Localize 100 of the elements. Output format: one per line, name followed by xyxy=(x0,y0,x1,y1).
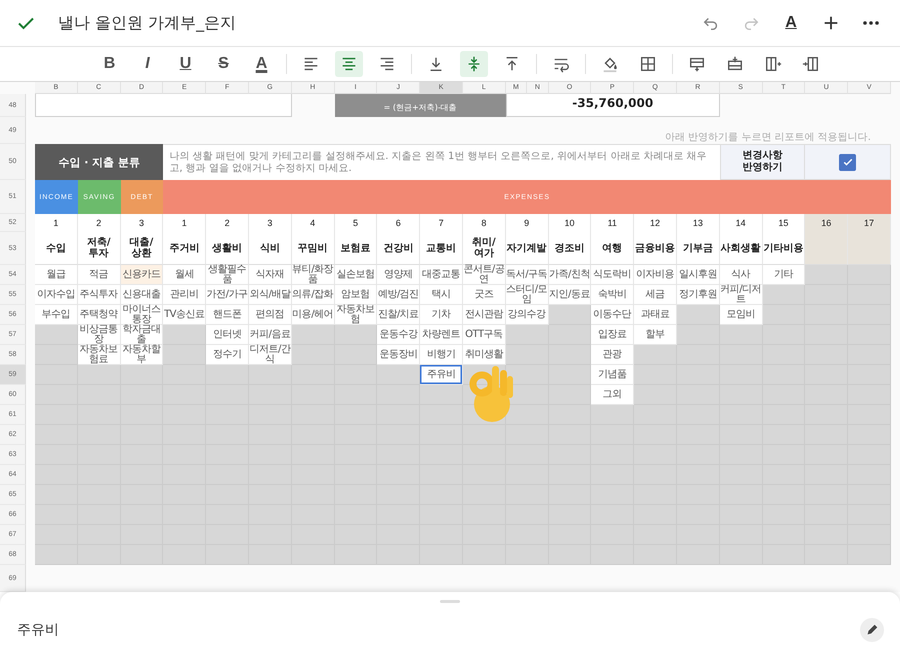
table-cell[interactable]: 식도락비 xyxy=(591,265,634,285)
color-button[interactable]: A xyxy=(248,51,276,77)
table-cell: 2 xyxy=(206,214,249,232)
table-cell[interactable]: 월세 xyxy=(163,265,206,285)
table-cell[interactable]: 커피/디저트 xyxy=(720,285,763,305)
table-cell[interactable]: 가족/친척 xyxy=(548,265,592,285)
table-cell: 1 xyxy=(35,214,78,232)
table-cell[interactable]: 지인/동료 xyxy=(548,285,592,305)
apply-checkbox[interactable] xyxy=(839,154,856,170)
table-cell[interactable]: 뷰티/화장품 xyxy=(292,265,335,285)
table-cell[interactable]: 의류/잡화 xyxy=(292,285,335,305)
table-cell[interactable]: 스터디/모임 xyxy=(506,285,549,305)
table-cell[interactable]: 이자비용 xyxy=(634,265,677,285)
table-cell[interactable]: 주식투자 xyxy=(78,285,121,305)
table-cell[interactable]: 굿즈 xyxy=(462,285,506,305)
table-cell[interactable]: 마이너스통장 xyxy=(120,305,164,325)
underline-button[interactable]: U xyxy=(172,51,200,77)
table-cell[interactable]: 강의수강 xyxy=(506,305,549,325)
table-cell[interactable]: 일시후원 xyxy=(676,265,720,285)
table-cell[interactable]: 전시관람 xyxy=(462,305,506,325)
table-cell[interactable]: 적금 xyxy=(78,265,121,285)
table-cell[interactable]: 자동차보험 xyxy=(334,305,378,325)
table-cell[interactable]: 생활필수품 xyxy=(206,265,249,285)
total-amount: -35,760,000 xyxy=(506,94,720,117)
table-cell[interactable]: 비행기 xyxy=(420,345,463,365)
fill-icon xyxy=(600,55,618,73)
table-cell[interactable]: 영양제 xyxy=(377,265,420,285)
table-cell[interactable]: 모임비 xyxy=(720,305,763,325)
table-cell[interactable]: OTT구독 xyxy=(462,325,506,345)
align-center-button[interactable] xyxy=(334,51,362,77)
table-cell[interactable]: 과태료 xyxy=(634,305,677,325)
table-cell[interactable]: 관리비 xyxy=(163,285,206,305)
table-cell[interactable]: 자동차보험료 xyxy=(78,345,121,365)
table-cell[interactable]: 그외 xyxy=(591,385,634,405)
plus-icon xyxy=(822,14,840,32)
table-cell[interactable]: 신용대출 xyxy=(120,285,164,305)
table-cell[interactable]: 입장료 xyxy=(591,325,634,345)
strike-button[interactable]: S xyxy=(210,51,238,77)
table-cell[interactable]: 택시 xyxy=(420,285,463,305)
bold-button[interactable]: B xyxy=(96,51,124,77)
table-cell[interactable]: 신용카드 xyxy=(120,265,164,285)
text-format-button[interactable]: A xyxy=(776,8,806,38)
table-cell[interactable]: 운동수강 xyxy=(377,325,420,345)
table-cell[interactable]: 암보험 xyxy=(334,285,378,305)
valign-middle-button[interactable] xyxy=(460,51,488,77)
table-cell[interactable]: 숙박비 xyxy=(591,285,634,305)
table-cell[interactable]: 운동장비 xyxy=(377,345,420,365)
table-cell[interactable]: 주유비 xyxy=(420,365,463,385)
table-cell[interactable]: 기타 xyxy=(762,265,806,285)
hint-text: 아래 반영하기를 누르면 리포트에 적용됩니다. xyxy=(665,131,871,144)
align-center-icon xyxy=(340,55,358,73)
table-cell[interactable]: 이동수단 xyxy=(591,305,634,325)
table-cell[interactable]: 정기후원 xyxy=(676,285,720,305)
table-cell[interactable]: 미용/헤어 xyxy=(292,305,335,325)
check-icon xyxy=(842,156,854,168)
table-cell[interactable]: 식자재 xyxy=(248,265,292,285)
table-cell[interactable]: 외식/배달 xyxy=(248,285,292,305)
table-cell[interactable]: 비상금통장 xyxy=(78,325,121,345)
edit-icon[interactable] xyxy=(860,618,884,642)
table-cell[interactable]: 대중교통 xyxy=(420,265,463,285)
table-cell[interactable]: 세금 xyxy=(634,285,677,305)
cell-value[interactable]: 주유비 xyxy=(17,620,59,638)
table-cell[interactable]: 가전/가구 xyxy=(206,285,249,305)
description-text: 나의 생활 패턴에 맞게 카테고리를 설정해주세요. 지출은 왼쪽 1번 행부터 오른쪽으로, 위에서부터 아래로 차례대로 채우고, 행과 열을 없애거나 수정하지 마세요. xyxy=(163,144,720,180)
table-cell: 여행 xyxy=(591,232,634,265)
table-cell: 3 xyxy=(248,214,292,232)
table-cell[interactable]: 할부 xyxy=(634,325,677,345)
table-cell: 자기계발 xyxy=(506,232,549,265)
table-cell[interactable]: 예방/검진 xyxy=(377,285,420,305)
table-cell[interactable]: 진찰/치료 xyxy=(377,305,420,325)
table-cell[interactable]: 콘서트/공연 xyxy=(462,265,506,285)
table-cell[interactable]: 취미생활 xyxy=(462,345,506,365)
table-cell[interactable]: 주택청약 xyxy=(78,305,121,325)
table-cell[interactable]: 기차 xyxy=(420,305,463,325)
table-cell: 저축/투자 xyxy=(78,232,121,265)
table-cell[interactable]: 이자수입 xyxy=(35,285,78,305)
align-right-icon xyxy=(378,55,396,73)
table-cell[interactable]: 독서/구독 xyxy=(506,265,549,285)
table-cell[interactable]: 편의점 xyxy=(248,305,292,325)
table-cell[interactable]: 식사 xyxy=(720,265,763,285)
table-cell: 식비 xyxy=(248,232,292,265)
table-cell[interactable]: 차량렌트 xyxy=(420,325,463,345)
table-cell[interactable]: TV송신료 xyxy=(163,305,206,325)
table-cell[interactable]: 기념품 xyxy=(591,365,634,385)
table-cell: 기타비용 xyxy=(762,232,806,265)
table-cell[interactable]: 관광 xyxy=(591,345,634,365)
table-cell[interactable]: 디저트/간식 xyxy=(248,345,292,365)
table-cell[interactable]: 인터넷 xyxy=(206,325,249,345)
table-cell[interactable]: 정수기 xyxy=(206,345,249,365)
table-cell[interactable]: 커피/음료 xyxy=(248,325,292,345)
table-cell[interactable]: 학자금대출 xyxy=(120,325,164,345)
table-cell[interactable]: 실손보험 xyxy=(334,265,378,285)
table-cell: 13 xyxy=(676,214,720,232)
table-cell[interactable]: 핸드폰 xyxy=(206,305,249,325)
table-cell[interactable]: 자동차할부 xyxy=(120,345,164,365)
table-cell: 1 xyxy=(163,214,206,232)
table-cell[interactable]: 월급 xyxy=(35,265,78,285)
col-left-icon xyxy=(802,55,820,73)
table-cell[interactable]: 부수입 xyxy=(35,305,78,325)
italic-button[interactable]: I xyxy=(134,51,162,77)
